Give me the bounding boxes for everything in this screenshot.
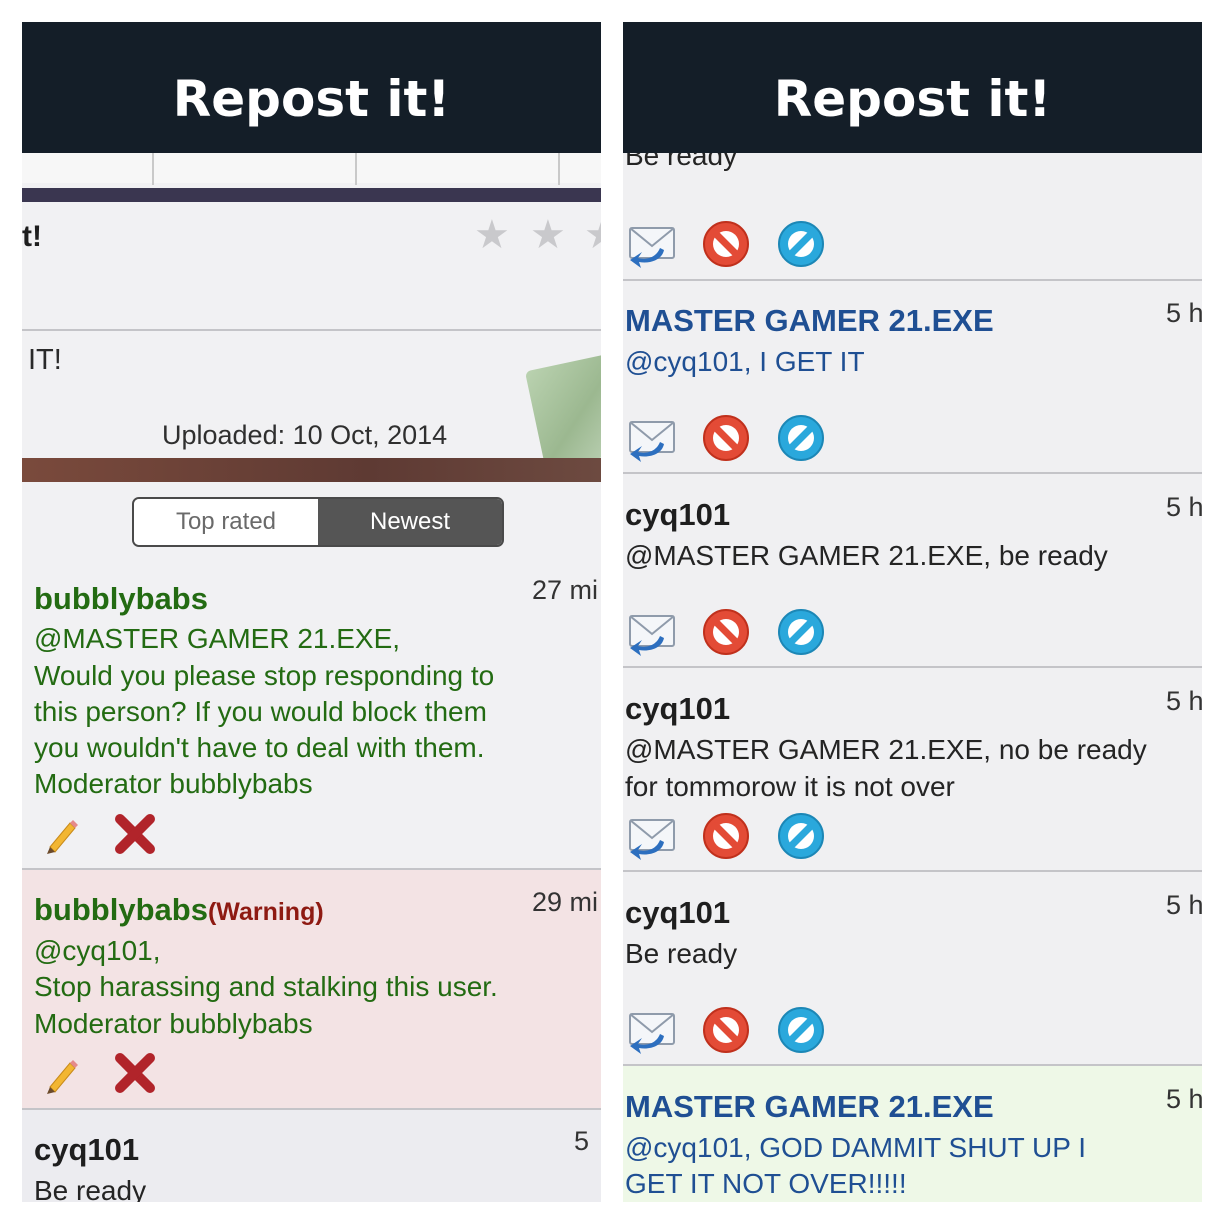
block-icon[interactable] xyxy=(700,412,752,464)
post-description: IT! xyxy=(28,344,62,376)
comment-line: Moderator bubblybabs xyxy=(34,768,313,799)
block-icon[interactable] xyxy=(700,606,752,658)
reply-envelope-icon[interactable] xyxy=(626,1004,678,1056)
block-icon[interactable] xyxy=(700,1004,752,1056)
comment-line: @cyq101, I GET IT xyxy=(625,346,865,377)
comment-time: 5 h xyxy=(1166,686,1202,716)
tab-newest[interactable]: Newest xyxy=(318,499,502,545)
comment-line: this person? If you would block them xyxy=(34,696,487,727)
section-bar xyxy=(22,458,601,482)
divider xyxy=(623,279,1202,281)
comment-time: 5 xyxy=(574,1126,590,1156)
comment-username[interactable]: cyq101 xyxy=(625,691,730,727)
comment-line: GET IT NOT OVER!!!!! xyxy=(625,1168,907,1199)
comment-username[interactable]: bubblybabs xyxy=(34,892,208,927)
comment-time: 5 h xyxy=(1166,492,1202,522)
tab-divider xyxy=(355,153,357,185)
star-icon[interactable]: ★ xyxy=(474,212,510,258)
comment-line: @cyq101, xyxy=(34,935,161,966)
comment-username[interactable]: cyq101 xyxy=(625,497,730,533)
star-icon[interactable]: ★ xyxy=(530,212,566,258)
star-icon[interactable]: ★ xyxy=(584,212,601,258)
ban-icon[interactable] xyxy=(775,1004,827,1056)
ban-icon[interactable] xyxy=(775,412,827,464)
comment-line: Be ready xyxy=(34,1175,147,1202)
header-bar xyxy=(22,188,601,202)
warning-badge: (Warning) xyxy=(207,898,324,926)
tab-divider xyxy=(558,153,560,185)
comment-username[interactable]: MASTER GAMER 21.EXE xyxy=(625,1089,994,1125)
comment-username[interactable]: cyq101 xyxy=(625,895,730,931)
comment-time: 5 h xyxy=(1166,890,1202,920)
comment-time: 5 h xyxy=(1166,1084,1202,1114)
comment-time: 27 mi xyxy=(532,575,599,605)
comment-username[interactable]: MASTER GAMER 21.EXE xyxy=(625,303,994,339)
pencil-icon[interactable] xyxy=(42,814,82,854)
comment-line: @MASTER GAMER 21.EXE, no be ready xyxy=(625,734,1147,765)
comment-username[interactable]: bubblybabs xyxy=(34,581,208,617)
left-screenshot: Repost it! t! ★ ★ ★ IT! Uploaded: 10 Oct… xyxy=(22,22,601,1202)
comment-time: 5 h xyxy=(1166,298,1202,328)
pencil-icon[interactable] xyxy=(42,1054,82,1094)
comment-username[interactable]: cyq101 xyxy=(34,1132,139,1168)
grass-block-image xyxy=(524,346,601,470)
tab-top-rated[interactable]: Top rated xyxy=(134,499,318,545)
ban-icon[interactable] xyxy=(775,218,827,270)
divider xyxy=(623,472,1202,474)
comment-line: @MASTER GAMER 21.EXE, be ready xyxy=(625,540,1108,571)
comment-sort-control: Top rated Newest xyxy=(132,497,504,547)
comment-line: Stop harassing and stalking this user. xyxy=(34,971,498,1002)
repost-banner: Repost it! xyxy=(22,22,601,153)
comment-line: you wouldn't have to deal with them. xyxy=(34,732,485,763)
reply-envelope-icon[interactable] xyxy=(626,810,678,862)
comment-line: @MASTER GAMER 21.EXE, xyxy=(34,623,401,654)
reply-envelope-icon[interactable] xyxy=(626,606,678,658)
reply-envelope-icon[interactable] xyxy=(626,412,678,464)
top-tab-strip xyxy=(22,153,601,183)
comment-header: bubblybabs(Warning) xyxy=(34,892,324,928)
delete-x-icon[interactable] xyxy=(112,1050,158,1096)
block-icon[interactable] xyxy=(700,218,752,270)
tab-divider xyxy=(152,153,154,185)
post-title: t! xyxy=(22,220,42,253)
reply-envelope-icon[interactable] xyxy=(626,218,678,270)
comment-line: Moderator bubblybabs xyxy=(34,1008,313,1039)
divider xyxy=(623,666,1202,668)
comment-time: 29 mi xyxy=(532,887,599,917)
comment-line: @cyq101, GOD DAMMIT SHUT UP I xyxy=(625,1132,1086,1163)
comment-line: for tommorow it is not over xyxy=(625,771,955,802)
right-screenshot: Repost it! Be ready MASTER GAMER 21.EXE … xyxy=(623,22,1202,1202)
divider xyxy=(623,870,1202,872)
upload-date: Uploaded: 10 Oct, 2014 xyxy=(162,420,448,450)
ban-icon[interactable] xyxy=(775,810,827,862)
ban-icon[interactable] xyxy=(775,606,827,658)
comment-line: Be ready xyxy=(625,938,738,969)
block-icon[interactable] xyxy=(700,810,752,862)
divider xyxy=(623,1064,1202,1066)
comment-line: Would you please stop responding to xyxy=(34,660,495,691)
delete-x-icon[interactable] xyxy=(112,811,158,857)
divider xyxy=(22,329,601,331)
repost-banner: Repost it! xyxy=(623,22,1202,153)
